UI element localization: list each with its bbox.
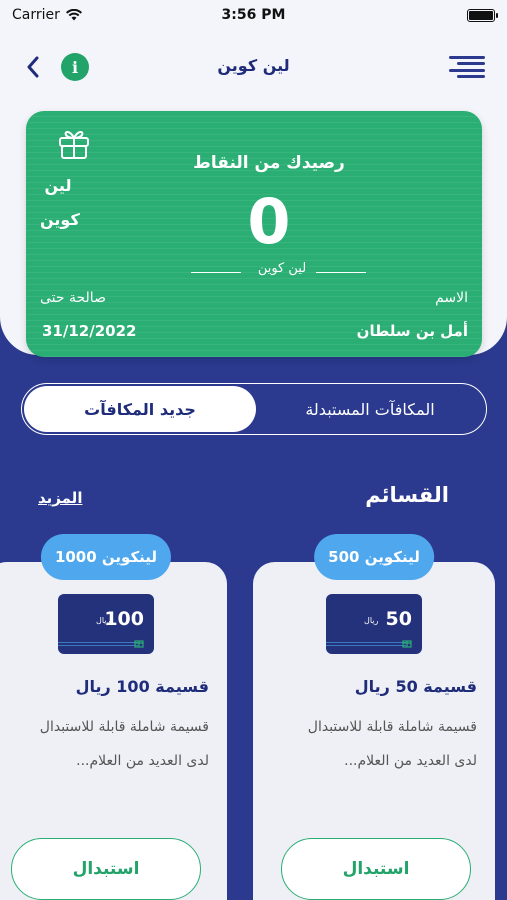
points-heading: رصيدك من النقاط [193,153,345,173]
price-badge: 1000 لينكوين [40,534,172,580]
battery-icon [467,8,498,22]
redeem-button[interactable]: استبدال [11,838,201,900]
status-bar: Carrier 3:56 PM [0,0,507,30]
price-badge: 500 لينكوين [314,534,434,580]
points-value: 0 [247,185,291,258]
currency-label: ريال [364,616,379,625]
name-label: الاسم [435,290,468,306]
tab-new-rewards[interactable]: جديد المكافآت [24,386,256,432]
points-card: لين كوين رصيدك من النقاط 0 لين كوين الاس… [26,111,482,357]
status-time: 3:56 PM [221,7,286,23]
rewards-toggle: جديد المكافآت المكافآت المستبدلة [21,383,487,435]
points-unit: لين كوين [257,261,307,276]
navigation-bar: i لين كوين [0,44,507,90]
name-value: أمل بن سلطان [356,322,468,340]
redeem-button[interactable]: استبدال [281,838,471,900]
voucher-amount: 50 [385,608,412,630]
divider [316,272,366,273]
tab-redeemed-rewards[interactable]: المكافآت المستبدلة [256,386,484,432]
voucher-card[interactable]: 1000 لينكوين ريال 100 قسيمة 100 ريال قسي… [0,534,227,900]
voucher-title: قسيمة 100 ريال [75,677,209,696]
voucher-amount: 100 [104,608,144,630]
voucher-title: قسيمة 50 ريال [354,677,477,696]
voucher-card[interactable]: 500 لينكوين ريال 50 قسيمة 50 ريال قسيمة … [253,534,495,900]
section-title: القسائم [365,483,449,507]
voucher-description: قسيمة شاملة قابلة للاستبدال لدى العديد م… [39,719,209,769]
gift-icon [402,640,412,648]
valid-until-label: صالحة حتى [40,290,106,306]
gift-icon [134,640,144,648]
voucher-description: قسيمة شاملة قابلة للاستبدال لدى العديد م… [307,719,477,769]
page-title: لين كوين [217,56,290,75]
voucher-image: ريال 100 [58,594,154,654]
menu-button[interactable] [449,52,485,82]
valid-until-value: 31/12/2022 [42,322,137,340]
voucher-image: ريال 50 [326,594,422,654]
more-link[interactable]: المزيد [38,489,82,507]
